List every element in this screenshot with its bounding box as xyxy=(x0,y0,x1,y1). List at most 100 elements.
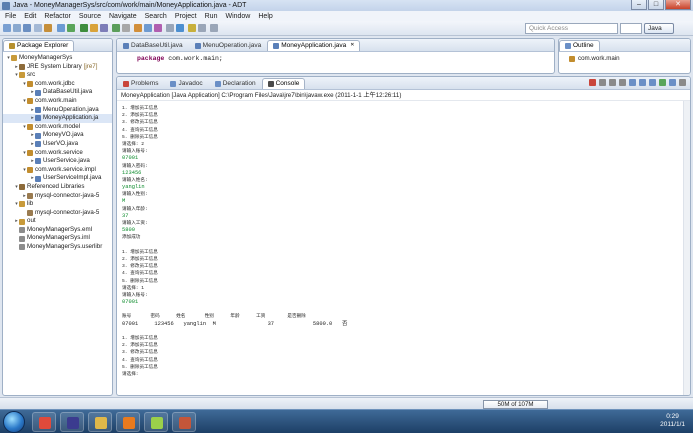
toolbar-button-icon[interactable] xyxy=(198,24,206,32)
toolbar-button-icon[interactable] xyxy=(67,24,75,32)
toolbar-button-icon[interactable] xyxy=(13,24,21,32)
toolbar-button-icon[interactable] xyxy=(23,24,31,32)
taskbar-app-button[interactable] xyxy=(116,412,140,432)
console-toolbar-button-icon[interactable] xyxy=(659,79,666,86)
console-toolbar-button-icon[interactable] xyxy=(589,79,596,86)
toolbar-button-icon[interactable] xyxy=(122,24,130,32)
toolbar-button-icon[interactable] xyxy=(34,24,42,32)
java-perspective-button[interactable]: Java xyxy=(644,23,674,34)
minimize-button[interactable]: – xyxy=(631,0,647,10)
tree-item-label: MoneyApplication.ja xyxy=(43,114,99,122)
taskbar-app-button[interactable] xyxy=(172,412,196,432)
menu-file[interactable]: File xyxy=(5,13,16,20)
editor-tab[interactable]: MenuOperation.java xyxy=(189,40,268,51)
toolbar-button-icon[interactable] xyxy=(57,24,65,32)
clock-time: 0:29 xyxy=(666,413,679,420)
menu-edit[interactable]: Edit xyxy=(24,13,36,20)
taskbar-app-button[interactable] xyxy=(60,412,84,432)
tree-item[interactable]: ▾ src xyxy=(3,71,112,80)
console-toolbar-button-icon[interactable] xyxy=(639,79,646,86)
toolbar-button-icon[interactable] xyxy=(166,24,174,32)
toolbar-button-icon[interactable] xyxy=(112,24,120,32)
tree-item[interactable]: MoneyManagerSys.iml xyxy=(3,234,112,243)
toolbar-button-icon[interactable] xyxy=(176,24,184,32)
clock[interactable]: 0:29 2011/1/1 xyxy=(660,413,685,429)
tree-item[interactable]: MoneyManagerSys.userlibr xyxy=(3,243,112,252)
java-file-icon xyxy=(273,42,280,49)
tree-item[interactable]: ▸ mysql-connector-java-5 xyxy=(3,192,112,201)
menu-search[interactable]: Search xyxy=(145,13,167,20)
tree-item[interactable]: ▸ JRE System Library [jre7] xyxy=(3,63,112,72)
heap-status[interactable]: 50M of 107M xyxy=(483,400,548,409)
toolbar-button-icon[interactable] xyxy=(100,24,108,32)
tree-node-icon xyxy=(27,149,33,156)
toolbar-button-icon[interactable] xyxy=(90,24,98,32)
taskbar-app-button[interactable] xyxy=(32,412,56,432)
tree-item-label: UserService.java xyxy=(43,157,90,165)
toolbar-button-icon[interactable] xyxy=(44,24,52,32)
tab-console[interactable]: Console xyxy=(261,77,306,89)
toolbar-button-icon[interactable] xyxy=(3,24,11,32)
console-toolbar-button-icon[interactable] xyxy=(679,79,686,86)
menu-project[interactable]: Project xyxy=(175,13,197,20)
console-toolbar-button-icon[interactable] xyxy=(629,79,636,86)
tab-javadoc[interactable]: Javadoc xyxy=(164,78,208,89)
toolbar-button-icon[interactable] xyxy=(134,24,142,32)
tree-item[interactable]: MoneyManagerSys.eml xyxy=(3,226,112,235)
console-output[interactable]: 1. 增加员工信息 2. 添加员工信息 3. 修改员工信息 4. 查询员工信息 5. 删… xyxy=(117,101,690,378)
start-button[interactable] xyxy=(3,411,25,433)
toolbar-button-icon[interactable] xyxy=(188,24,196,32)
tree-item[interactable]: ▾ Referenced Libraries xyxy=(3,183,112,192)
tree-item[interactable]: ▸ UserService.java xyxy=(3,157,112,166)
tree-item[interactable]: ▸ DataBaseUtil.java xyxy=(3,88,112,97)
tree-item[interactable]: ▸ UserVO.java xyxy=(3,140,112,149)
outline-item[interactable]: com.work.main xyxy=(559,52,690,62)
console-toolbar-button-icon[interactable] xyxy=(609,79,616,86)
editor-tab[interactable]: DataBaseUtil.java xyxy=(117,40,189,51)
eclipse-icon xyxy=(67,417,79,429)
quick-access-input[interactable]: Quick Access xyxy=(525,23,618,34)
tree-item[interactable]: ▾ com.work.service.impl xyxy=(3,166,112,175)
tree-item[interactable]: ▾ com.work.jdbc xyxy=(3,80,112,89)
toolbar-button-icon[interactable] xyxy=(144,24,152,32)
tab-package-explorer[interactable]: Package Explorer xyxy=(3,39,75,51)
menu-refactor[interactable]: Refactor xyxy=(44,13,70,20)
close-tab-icon[interactable]: ✕ xyxy=(350,40,354,51)
toolbar-button-icon[interactable] xyxy=(154,24,162,32)
taskbar-app-button[interactable] xyxy=(88,412,112,432)
console-toolbar-button-icon[interactable] xyxy=(669,79,676,86)
maximize-button[interactable]: □ xyxy=(648,0,664,10)
console-scrollbar[interactable] xyxy=(683,101,690,395)
tree-item[interactable]: ▾ MoneyManagerSys xyxy=(3,54,112,63)
tree-item[interactable]: ▸ out xyxy=(3,217,112,226)
tree-item[interactable]: ▾ com.work.model xyxy=(3,123,112,132)
tree-item[interactable]: ▸ MoneyApplication.ja xyxy=(3,114,112,123)
tree-item-label: lib xyxy=(27,200,34,208)
menu-source[interactable]: Source xyxy=(79,13,101,20)
code-line[interactable]: package com.work.main; xyxy=(117,52,554,62)
tree-item[interactable]: ▸ UserServiceImpl.java xyxy=(3,174,112,183)
tab-declaration[interactable]: Declaration xyxy=(209,78,262,89)
tab-outline[interactable]: Outline xyxy=(559,39,600,51)
tree-item[interactable]: ▾ com.work.main xyxy=(3,97,112,106)
tree-item[interactable]: ▾ lib xyxy=(3,200,112,209)
tree-item[interactable]: ▸ MoneyVO.java xyxy=(3,131,112,140)
menu-window[interactable]: Window xyxy=(225,13,250,20)
toolbar-button-icon[interactable] xyxy=(80,24,88,32)
menu-run[interactable]: Run xyxy=(205,13,218,20)
editor-tab[interactable]: MoneyApplication.java ✕ xyxy=(267,39,361,51)
console-toolbar-button-icon[interactable] xyxy=(599,79,606,86)
menu-navigate[interactable]: Navigate xyxy=(109,13,137,20)
menu-help[interactable]: Help xyxy=(258,13,272,20)
tree-item[interactable]: ▾ com.work.service xyxy=(3,149,112,158)
console-line: 请输入年龄: xyxy=(122,206,148,212)
open-perspective-button[interactable] xyxy=(620,23,642,34)
tree-item[interactable]: mysql-connector-java-5 xyxy=(3,209,112,218)
close-button[interactable]: ✕ xyxy=(665,0,691,10)
taskbar-app-button[interactable] xyxy=(144,412,168,432)
toolbar-button-icon[interactable] xyxy=(210,24,218,32)
tree-item[interactable]: ▸ MenuOperation.java xyxy=(3,106,112,115)
tab-problems[interactable]: Problems xyxy=(117,78,164,89)
console-toolbar-button-icon[interactable] xyxy=(649,79,656,86)
console-toolbar-button-icon[interactable] xyxy=(619,79,626,86)
